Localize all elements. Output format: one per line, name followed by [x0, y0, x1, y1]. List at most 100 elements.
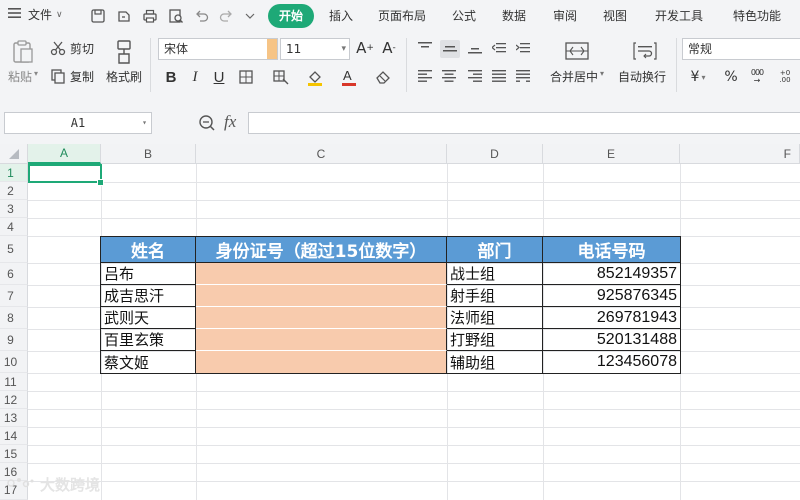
column-header-c[interactable]: C: [196, 144, 447, 164]
cell-department[interactable]: 射手组: [447, 285, 543, 307]
font-size-select[interactable]: 11 ▾: [280, 38, 350, 60]
header-cell-department[interactable]: 部门: [447, 237, 543, 263]
cell-name[interactable]: 成吉思汗: [101, 285, 196, 307]
column-header-b[interactable]: B: [101, 144, 196, 164]
row-header[interactable]: 14: [0, 427, 28, 445]
print-icon[interactable]: [140, 6, 160, 26]
column-header-d[interactable]: D: [447, 144, 543, 164]
print-preview-icon[interactable]: [166, 6, 186, 26]
number-format-select[interactable]: 常规: [682, 38, 800, 60]
fx-icon[interactable]: fx: [224, 112, 236, 132]
column-header-f[interactable]: F: [680, 144, 800, 164]
cell-department[interactable]: 战士组: [447, 263, 543, 285]
paste-dropdown-icon[interactable]: ▾: [34, 69, 38, 78]
header-cell-phone[interactable]: 电话号码: [543, 237, 680, 263]
cell-id-number[interactable]: [196, 307, 447, 329]
fill-handle[interactable]: [97, 179, 104, 186]
tab-review[interactable]: 审阅: [541, 4, 589, 28]
row-header[interactable]: 1: [0, 164, 28, 182]
underline-icon[interactable]: U: [210, 68, 228, 86]
merge-center-button[interactable]: [562, 38, 592, 64]
justify-icon[interactable]: [490, 68, 508, 84]
format-painter-button[interactable]: [108, 38, 140, 66]
increase-indent-icon[interactable]: [514, 40, 532, 56]
wrap-text-label[interactable]: 自动换行: [618, 68, 666, 85]
merge-center-label[interactable]: 合并居中: [550, 68, 598, 85]
increase-decimal-icon[interactable]: +0.00: [774, 68, 796, 86]
cell-id-number[interactable]: [196, 285, 447, 307]
column-header-e[interactable]: E: [543, 144, 680, 164]
cell-style-icon[interactable]: [270, 68, 292, 86]
cell-name[interactable]: 吕布: [101, 263, 196, 285]
wrap-text-button[interactable]: [630, 38, 660, 64]
row-header[interactable]: 8: [0, 307, 28, 329]
cell-phone[interactable]: 269781943: [543, 307, 680, 329]
cell-phone[interactable]: 925876345: [543, 285, 680, 307]
row-header[interactable]: 3: [0, 200, 28, 218]
zoom-search-icon[interactable]: [198, 114, 216, 135]
bold-icon[interactable]: B: [162, 68, 180, 86]
formula-input[interactable]: [248, 112, 800, 134]
cell-department[interactable]: 法师组: [447, 307, 543, 329]
active-cell-selection[interactable]: [28, 164, 102, 183]
tab-home[interactable]: 开始: [268, 4, 315, 28]
cell-id-number[interactable]: [196, 263, 447, 285]
cell-id-number[interactable]: [196, 329, 447, 351]
tab-formulas[interactable]: 公式: [440, 4, 488, 28]
align-middle-icon[interactable]: [440, 40, 460, 58]
row-header[interactable]: 12: [0, 391, 28, 409]
font-color-icon[interactable]: A: [338, 68, 360, 86]
row-header[interactable]: 5: [0, 236, 28, 263]
fill-color-icon[interactable]: [304, 68, 326, 86]
tab-view[interactable]: 视图: [591, 4, 639, 28]
row-header[interactable]: 9: [0, 329, 28, 351]
font-name-select[interactable]: 宋体: [158, 38, 278, 60]
redo-icon[interactable]: [216, 6, 236, 26]
tab-developer[interactable]: 开发工具: [643, 4, 715, 28]
tab-special-features[interactable]: 特色功能: [721, 4, 793, 28]
tab-insert[interactable]: 插入: [317, 4, 365, 28]
tab-data[interactable]: 数据: [490, 4, 538, 28]
row-header[interactable]: 10: [0, 351, 28, 373]
borders-icon[interactable]: [236, 68, 256, 86]
align-bottom-icon[interactable]: [466, 40, 484, 56]
file-menu[interactable]: 文件 ∨: [8, 6, 63, 23]
font-name-dropdown-icon[interactable]: [267, 39, 277, 59]
header-cell-name[interactable]: 姓名: [101, 237, 196, 263]
italic-icon[interactable]: I: [186, 68, 204, 86]
cell-name[interactable]: 百里玄策: [101, 329, 196, 351]
decrease-font-icon[interactable]: A-: [380, 38, 398, 58]
header-cell-id-number[interactable]: 身份证号（超过15位数字）: [196, 237, 447, 263]
align-right-icon[interactable]: [466, 68, 484, 84]
undo-icon[interactable]: [192, 6, 212, 26]
row-header[interactable]: 4: [0, 218, 28, 236]
copy-button[interactable]: 复制: [50, 66, 94, 86]
cell-phone[interactable]: 852149357: [543, 263, 680, 285]
row-header[interactable]: 13: [0, 409, 28, 427]
cell-department[interactable]: 打野组: [447, 329, 543, 351]
chevron-down-icon[interactable]: ▾: [142, 113, 147, 133]
paste-button[interactable]: [10, 38, 36, 66]
cell-id-number[interactable]: [196, 351, 447, 373]
percent-icon[interactable]: %: [722, 68, 740, 86]
name-box[interactable]: A1 ▾: [4, 112, 152, 134]
align-left-icon[interactable]: [416, 68, 434, 84]
cell-name[interactable]: 武则天: [101, 307, 196, 329]
row-header[interactable]: 11: [0, 373, 28, 391]
row-header[interactable]: 7: [0, 285, 28, 307]
distributed-align-icon[interactable]: [514, 68, 532, 84]
currency-icon[interactable]: ¥ ▾: [688, 68, 708, 86]
cell-phone[interactable]: 123456078: [543, 351, 680, 373]
decrease-indent-icon[interactable]: [490, 40, 508, 56]
cell-name[interactable]: 蔡文姬: [101, 351, 196, 373]
merge-dropdown-icon[interactable]: ▾: [600, 69, 604, 78]
align-center-icon[interactable]: [440, 68, 458, 84]
tab-page-layout[interactable]: 页面布局: [366, 4, 438, 28]
row-header[interactable]: 15: [0, 445, 28, 463]
save-icon[interactable]: [88, 6, 108, 26]
clear-format-icon[interactable]: [372, 68, 394, 86]
row-header[interactable]: 6: [0, 263, 28, 285]
row-header[interactable]: 2: [0, 182, 28, 200]
increase-font-icon[interactable]: A +: [356, 38, 374, 58]
cell-phone[interactable]: 520131488: [543, 329, 680, 351]
